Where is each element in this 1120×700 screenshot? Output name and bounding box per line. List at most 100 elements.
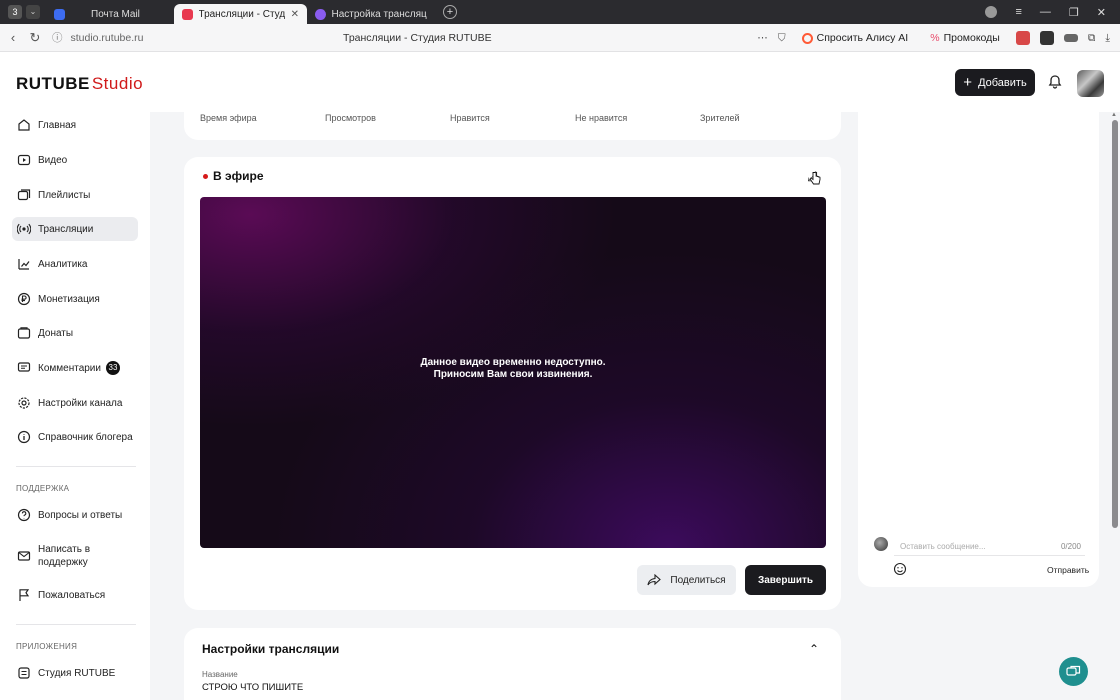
- comments-count-badge: 33: [105, 361, 120, 375]
- profile-icon[interactable]: [985, 6, 998, 18]
- add-button-label: Добавить: [978, 76, 1027, 89]
- tabs-dropdown-icon[interactable]: ⌄: [26, 5, 40, 19]
- extension-glasses-icon[interactable]: [1063, 34, 1078, 42]
- send-message-button[interactable]: Отправить: [1047, 565, 1089, 575]
- more-icon[interactable]: ⋯: [757, 32, 768, 44]
- player-message: Данное видео временно недоступно. Принос…: [200, 357, 826, 381]
- restore-icon[interactable]: ❐: [1069, 6, 1079, 19]
- sidebar-item-label: Пожаловаться: [38, 589, 106, 601]
- site-info-icon[interactable]: ⓘ: [52, 30, 63, 45]
- sidebar-item-contact-support[interactable]: Написать в поддержку: [12, 541, 138, 571]
- chat-message-input[interactable]: Оставить сообщение... 0/200: [894, 536, 1085, 556]
- chat-user-avatar: [874, 537, 888, 551]
- faq-icon: [17, 508, 31, 522]
- flag-icon: [19, 589, 30, 601]
- tab-label: Трансляции - Студия R: [198, 8, 285, 20]
- ruble-icon: [17, 292, 31, 306]
- avatar[interactable]: [1077, 70, 1104, 97]
- stat-air-time-label: Время эфира: [200, 113, 257, 123]
- hand-cursor-icon: [809, 171, 821, 185]
- ask-alice-button[interactable]: Спросить Алису AI: [796, 29, 915, 47]
- sidebar-item-broadcasts[interactable]: Трансляции: [12, 217, 138, 241]
- chevron-up-icon[interactable]: ⌃: [809, 642, 819, 656]
- sidebar-item-monetization[interactable]: Монетизация: [12, 287, 138, 311]
- scroll-up-icon[interactable]: ▲: [1111, 112, 1117, 118]
- stats-card: Время эфира Просмотров Нравится Не нрави…: [184, 112, 841, 140]
- url-field[interactable]: studio.rutube.ru: [71, 32, 144, 44]
- address-bar: ‹ ↻ ⓘ studio.rutube.ru Трансляции - Студ…: [0, 24, 1120, 52]
- live-card: В эфире ⤢ Данное видео временно недоступ…: [184, 157, 841, 610]
- plus-icon: +: [963, 73, 973, 91]
- page-scrollbar[interactable]: [1112, 120, 1118, 528]
- help-chat-button[interactable]: [1059, 657, 1088, 686]
- close-tab-icon[interactable]: ✕: [291, 9, 299, 20]
- chat-placeholder: Оставить сообщение...: [900, 542, 986, 551]
- logo-main: RUTUBE: [16, 74, 90, 93]
- close-window-icon[interactable]: ✕: [1097, 6, 1106, 19]
- alice-icon: [801, 32, 813, 44]
- tab-mail[interactable]: Почта Mail: [46, 4, 168, 24]
- share-icon: [647, 574, 662, 586]
- sidebar-item-label: Студия RUTUBE: [38, 667, 116, 679]
- sidebar-item-blogger-guide[interactable]: Справочник блогера: [12, 425, 138, 449]
- sidebar-item-label: Плейлисты: [38, 189, 91, 201]
- apps-heading: ПРИЛОЖЕНИЯ: [16, 642, 78, 651]
- video-player[interactable]: Данное видео временно недоступно. Принос…: [200, 197, 826, 548]
- tab-broadcasts[interactable]: Трансляции - Студия R ✕: [174, 4, 307, 24]
- name-field-value[interactable]: СТРОЮ ЧТО ПИШИТЕ: [202, 682, 303, 693]
- browser-badge[interactable]: 3: [8, 5, 22, 19]
- promocodes-label: Промокоды: [943, 32, 1000, 44]
- sidebar-item-label: Настройки канала: [38, 397, 123, 409]
- analytics-icon: [18, 259, 30, 270]
- player-message-line2: Приносим Вам свои извинения.: [433, 369, 593, 380]
- new-tab-button[interactable]: +: [443, 5, 457, 19]
- percent-icon: %: [930, 32, 940, 44]
- sidebar-item-video[interactable]: Видео: [12, 148, 138, 172]
- sidebar-item-label: Монетизация: [38, 293, 100, 305]
- broadcast-settings-card: Настройки трансляции ⌃ Название СТРОЮ ЧТ…: [184, 628, 841, 700]
- minimize-icon[interactable]: —: [1040, 6, 1051, 18]
- bookmark-icon[interactable]: ⛉: [778, 32, 786, 45]
- sidebar-item-channel-settings[interactable]: Настройки канала: [12, 391, 138, 415]
- sidebar-divider: [16, 624, 136, 625]
- download-icon[interactable]: ⤓: [1105, 32, 1110, 45]
- sidebar-item-home[interactable]: Главная: [12, 113, 138, 137]
- mail-icon: [17, 551, 31, 561]
- sidebar-divider: [16, 466, 136, 467]
- sidebar-item-label: Аналитика: [38, 258, 88, 270]
- reload-icon[interactable]: ↻: [22, 30, 48, 46]
- live-indicator-icon: [203, 174, 208, 179]
- sidebar-item-faq[interactable]: Вопросы и ответы: [12, 503, 138, 527]
- info-icon: [17, 430, 31, 444]
- rutube-studio-logo[interactable]: RUTUBE Studio: [16, 74, 143, 94]
- extensions-icon[interactable]: ⧉: [1088, 32, 1096, 45]
- stat-likes-label: Нравится: [450, 113, 490, 123]
- gear-icon: [18, 397, 30, 409]
- settings-title: Настройки трансляции: [202, 642, 340, 656]
- home-icon: [18, 119, 30, 131]
- share-button[interactable]: Поделиться: [637, 565, 736, 595]
- sidebar-item-label: Главная: [38, 119, 77, 131]
- promocodes-button[interactable]: % Промокоды: [924, 29, 1006, 47]
- sidebar-item-label: Трансляции: [38, 223, 94, 235]
- sidebar-item-report[interactable]: Пожаловаться: [12, 583, 138, 607]
- sidebar: Главная Видео Плейлисты Трансляции Анали…: [0, 112, 150, 700]
- emoji-icon[interactable]: [893, 562, 907, 576]
- sidebar-item-playlists[interactable]: Плейлисты: [12, 183, 138, 207]
- menu-icon[interactable]: ≡: [1015, 6, 1021, 18]
- sidebar-item-comments[interactable]: Комментарии 33: [12, 356, 138, 380]
- sidebar-item-label: Видео: [38, 154, 68, 166]
- sidebar-item-analytics[interactable]: Аналитика: [12, 252, 138, 276]
- sidebar-item-donations[interactable]: Донаты: [12, 321, 138, 345]
- sidebar-item-studio-app[interactable]: Студия RUTUBE: [12, 661, 138, 685]
- alice-favicon-icon: [315, 8, 326, 20]
- bell-icon[interactable]: [1047, 74, 1063, 90]
- finish-broadcast-button[interactable]: Завершить: [745, 565, 826, 595]
- app-header: RUTUBE Studio + Добавить: [0, 52, 1120, 112]
- add-button[interactable]: + Добавить: [955, 69, 1035, 96]
- chat-char-counter: 0/200: [1060, 542, 1081, 551]
- ask-alice-label: Спросить Алису AI: [816, 32, 909, 44]
- tab-broadcast-settings[interactable]: Настройка трансляции R: [307, 4, 435, 24]
- extension-tools-icon[interactable]: [1039, 31, 1054, 45]
- extension-red-icon[interactable]: [1015, 31, 1030, 45]
